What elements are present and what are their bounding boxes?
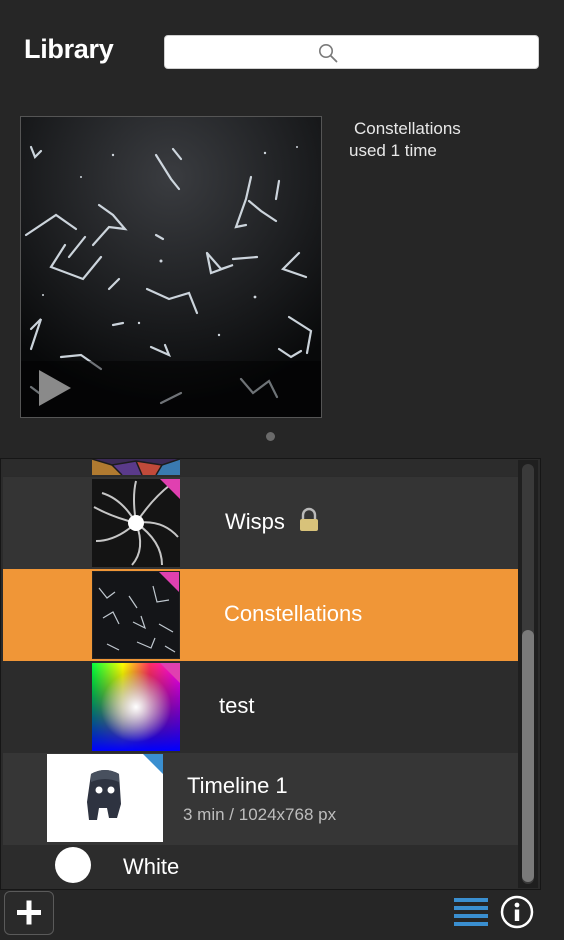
item-thumbnail (92, 459, 180, 475)
type-corner-marker (160, 479, 180, 499)
lock-icon (300, 507, 318, 531)
type-corner-marker (160, 663, 180, 683)
info-icon[interactable] (500, 895, 534, 929)
item-label: Timeline 1 (187, 773, 288, 798)
type-corner-marker (159, 572, 179, 592)
list-item-timeline[interactable]: Timeline 1 3 min / 1024x768 px (3, 753, 518, 845)
list-item-constellations[interactable]: Constellations (3, 569, 518, 661)
search-field[interactable] (164, 35, 539, 69)
list-view-icon[interactable] (452, 896, 490, 928)
search-icon (319, 44, 338, 63)
item-details: 3 min / 1024x768 px (183, 805, 337, 824)
preview-name: Constellations (354, 119, 461, 138)
scroll-thumb[interactable] (522, 630, 534, 882)
preview-image[interactable] (20, 116, 322, 418)
item-label: White (123, 854, 180, 879)
list-item-wisps[interactable]: Wisps (3, 477, 518, 569)
type-corner-marker (143, 754, 163, 774)
item-label: test (219, 693, 255, 718)
item-thumbnail (92, 663, 180, 751)
list-item-white[interactable]: White (3, 845, 518, 889)
plus-icon (17, 900, 41, 925)
item-label: Wisps (225, 509, 285, 534)
library-list[interactable]: Wisps Constellations test Timeline 1 3 m… (0, 458, 541, 890)
add-button[interactable] (4, 891, 54, 935)
item-thumbnail (92, 479, 180, 567)
list-item-test[interactable]: test (3, 661, 518, 753)
library-title: Library (24, 34, 114, 64)
play-icon[interactable] (37, 368, 73, 408)
item-thumbnail (47, 754, 163, 842)
page-indicator-dot[interactable] (266, 432, 275, 441)
item-label: Constellations (224, 601, 363, 626)
white-swatch (55, 847, 91, 883)
list-item[interactable] (3, 459, 518, 476)
list-scrollbar[interactable] (518, 460, 538, 888)
search-input[interactable] (165, 36, 538, 68)
preview-usage: used 1 time (349, 141, 437, 160)
item-thumbnail (92, 571, 180, 659)
